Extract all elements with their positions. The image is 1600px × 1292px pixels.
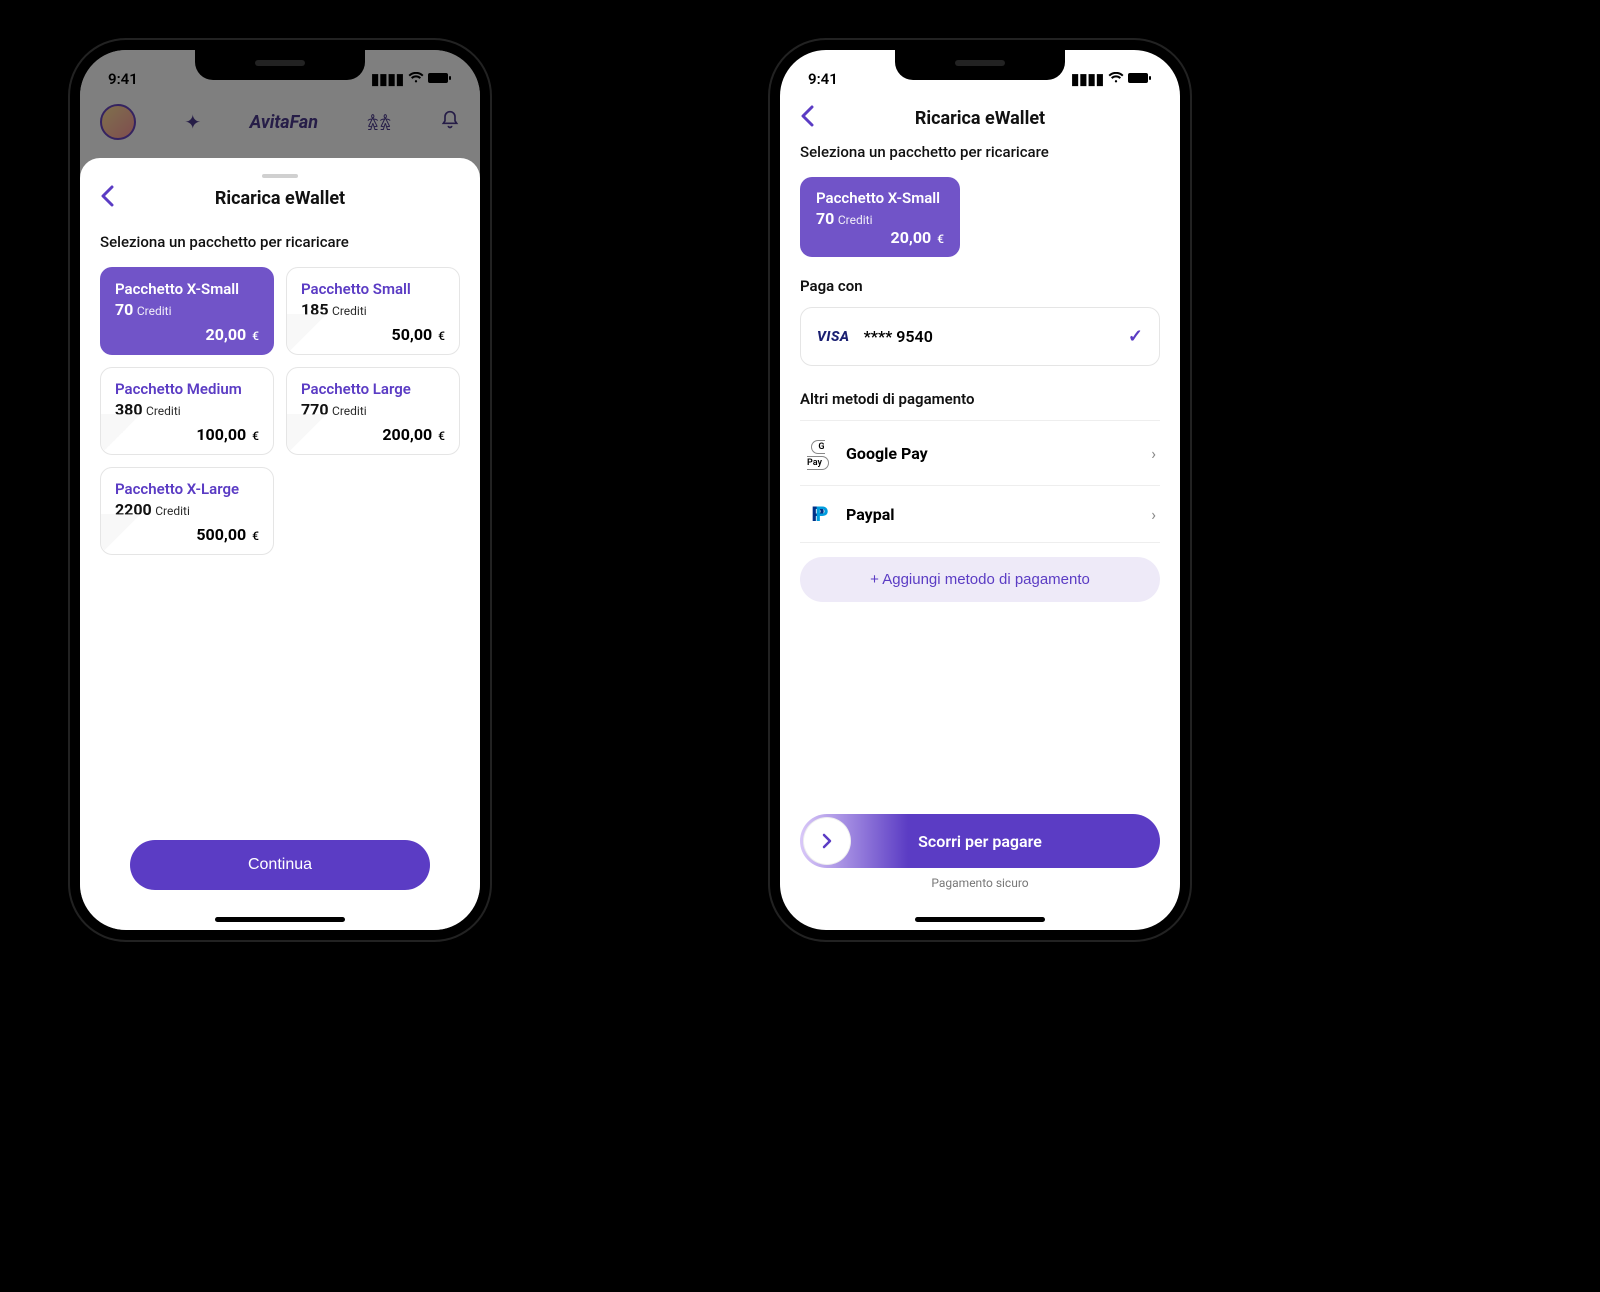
- battery-icon: [428, 70, 452, 88]
- phone-right: 9:41 ▮▮▮▮ Ricarica eWallet Seleziona un …: [770, 40, 1190, 940]
- pack-name: Pacchetto X-Small: [115, 280, 259, 298]
- avatar[interactable]: [100, 104, 136, 140]
- pack-price: 20,00 €: [816, 228, 944, 247]
- back-button[interactable]: [100, 185, 114, 213]
- pack-price: 100,00 €: [115, 425, 259, 444]
- app-logo: AvitaFan: [250, 112, 318, 133]
- swipe-label: Scorri per pagare: [918, 832, 1042, 851]
- pack-credits: 70 Crediti: [115, 300, 259, 319]
- status-time: 9:41: [108, 70, 138, 88]
- notch: [895, 50, 1065, 80]
- page-title: Ricarica eWallet: [215, 188, 345, 209]
- status-icons: ▮▮▮▮: [371, 70, 452, 88]
- phone-left: 9:41 ▮▮▮▮ ✦ AvitaFan 𖠋𖠋: [70, 40, 490, 940]
- pack-card[interactable]: Pacchetto Small 185 Crediti 50,00 €: [286, 267, 460, 355]
- notch: [195, 50, 365, 80]
- selected-pack-card[interactable]: Pacchetto X-Small 70 Crediti 20,00 €: [800, 177, 960, 257]
- subtitle: Seleziona un pacchetto per ricaricare: [800, 143, 1160, 161]
- pay-with-label: Paga con: [800, 277, 1160, 295]
- packs-grid: Pacchetto X-Small70 Crediti20,00 €Pacche…: [100, 267, 460, 555]
- home-indicator[interactable]: [915, 917, 1045, 922]
- pack-card[interactable]: Pacchetto X-Large 2200 Crediti 500,00 €: [100, 467, 274, 555]
- status-time: 9:41: [808, 70, 838, 88]
- pack-price: 50,00 €: [301, 325, 445, 344]
- subtitle: Seleziona un pacchetto per ricaricare: [100, 233, 460, 251]
- other-methods-label: Altri metodi di pagamento: [800, 390, 1160, 408]
- back-button[interactable]: [800, 105, 814, 133]
- badge-icon[interactable]: ✦: [184, 110, 201, 134]
- pack-credits: 2200 Crediti: [115, 500, 259, 519]
- pack-credits: 380 Crediti: [115, 400, 259, 419]
- payment-method-row[interactable]: P Paypal ›: [800, 486, 1160, 543]
- payment-method-name: Google Pay: [846, 444, 928, 463]
- saved-card-row[interactable]: VISA **** 9540 ✓: [800, 307, 1160, 366]
- continue-button[interactable]: Continua: [130, 840, 430, 890]
- pack-name: Pacchetto X-Small: [816, 189, 944, 207]
- methods-list: G Pay Google Pay › P Paypal ›: [800, 420, 1160, 543]
- swipe-knob[interactable]: [804, 818, 850, 864]
- pack-price: 200,00 €: [301, 425, 445, 444]
- card-masked: **** 9540: [864, 327, 933, 346]
- swipe-to-pay[interactable]: Scorri per pagare: [800, 814, 1160, 868]
- payment-method-name: Paypal: [846, 505, 895, 524]
- wifi-icon: [408, 70, 424, 88]
- signal-icon: ▮▮▮▮: [1071, 70, 1104, 88]
- payment-method-row[interactable]: G Pay Google Pay ›: [800, 420, 1160, 486]
- pack-card[interactable]: Pacchetto Large 770 Crediti 200,00 €: [286, 367, 460, 455]
- pack-name: Pacchetto Medium: [115, 380, 259, 398]
- battery-icon: [1128, 70, 1152, 88]
- paypal-icon: P: [812, 502, 825, 526]
- pack-name: Pacchetto X-Large: [115, 480, 259, 498]
- pack-name: Pacchetto Small: [301, 280, 445, 298]
- pack-card[interactable]: Pacchetto X-Small 70 Crediti 20,00 €: [100, 267, 274, 355]
- pack-price: 500,00 €: [115, 525, 259, 544]
- wifi-icon: [1108, 70, 1124, 88]
- pack-name: Pacchetto Large: [301, 380, 445, 398]
- signal-icon: ▮▮▮▮: [371, 70, 404, 88]
- secure-payment-label: Pagamento sicuro: [800, 876, 1160, 890]
- chevron-right-icon: ›: [1151, 444, 1156, 463]
- add-payment-method-button[interactable]: + Aggiungi metodo di pagamento: [800, 557, 1160, 602]
- people-icon[interactable]: 𖠋𖠋: [366, 109, 391, 136]
- home-indicator[interactable]: [215, 917, 345, 922]
- visa-logo: VISA: [817, 329, 850, 345]
- app-header: ✦ AvitaFan 𖠋𖠋: [80, 94, 480, 150]
- pack-card[interactable]: Pacchetto Medium 380 Crediti 100,00 €: [100, 367, 274, 455]
- bell-icon[interactable]: [440, 110, 460, 135]
- check-icon: ✓: [1128, 326, 1143, 347]
- bottom-sheet: Ricarica eWallet Seleziona un pacchetto …: [80, 158, 480, 930]
- sheet-grabber[interactable]: [262, 174, 298, 178]
- page-title: Ricarica eWallet: [915, 108, 1045, 129]
- pack-credits: 185 Crediti: [301, 300, 445, 319]
- chevron-right-icon: ›: [1151, 505, 1156, 524]
- pack-credits: 770 Crediti: [301, 400, 445, 419]
- pack-price: 20,00 €: [115, 325, 259, 344]
- pack-credits: 70 Crediti: [816, 209, 944, 228]
- status-icons: ▮▮▮▮: [1071, 70, 1152, 88]
- gpay-icon: G Pay: [807, 440, 829, 470]
